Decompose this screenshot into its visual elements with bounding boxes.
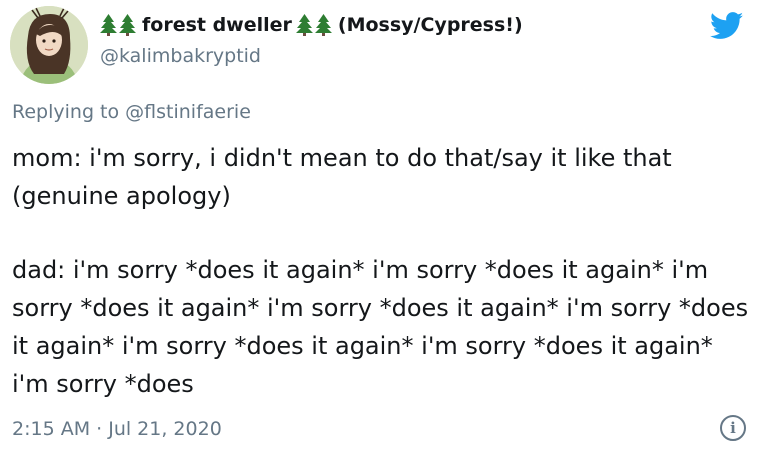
user-handle[interactable]: @kalimbakryptid <box>100 45 261 67</box>
evergreen-tree-icon <box>314 14 332 36</box>
evergreen-tree-icon <box>119 14 136 36</box>
display-name-text: forest dweller <box>142 14 292 36</box>
avatar-illustration <box>10 6 88 84</box>
replying-mention-link[interactable]: @flstinifaerie <box>125 101 251 123</box>
avatar[interactable] <box>10 6 88 84</box>
twitter-bird-icon[interactable] <box>710 12 744 40</box>
display-name-suffix: (Mossy/Cypress!) <box>337 14 523 36</box>
tweet-body: mom: i'm sorry, i didn't mean to do that… <box>12 139 752 403</box>
info-icon[interactable]: i <box>720 415 746 441</box>
tweet-timestamp[interactable]: 2:15 AM · Jul 21, 2020 <box>12 418 222 440</box>
replying-prefix: Replying to <box>12 101 120 123</box>
tweet-paragraph-2: dad: i'm sorry *does it again* i'm sorry… <box>12 256 749 398</box>
tweet-paragraph-1: mom: i'm sorry, i didn't mean to do that… <box>12 144 672 210</box>
evergreen-tree-icon <box>100 14 117 36</box>
replying-to: Replying to @flstinifaerie <box>12 101 251 123</box>
tweet-card: forest dweller (Mossy/Cypress!) @kalimba… <box>0 0 760 461</box>
display-name[interactable]: forest dweller (Mossy/Cypress!) <box>100 12 527 38</box>
evergreen-tree-icon <box>295 14 313 36</box>
